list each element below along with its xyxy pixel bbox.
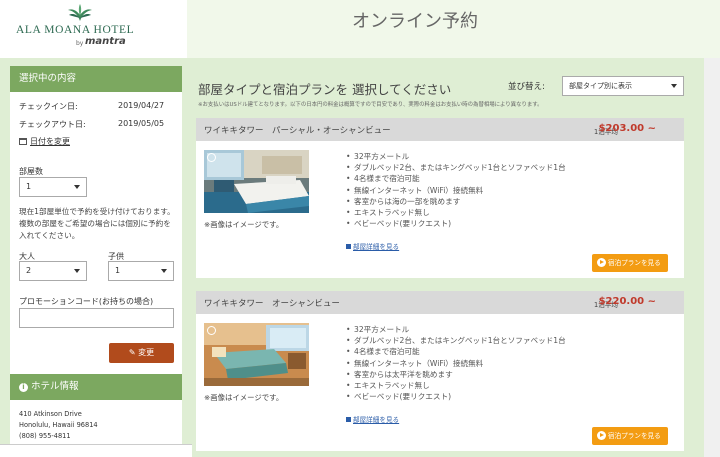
- checkin-value: 2019/04/27: [118, 101, 165, 110]
- view-plans-label: 宿泊プランを見る: [608, 259, 661, 267]
- room-name: ワイキキタワー オーシャンビュー: [204, 299, 340, 309]
- hotel-info-heading: i ホテル情報: [10, 374, 182, 400]
- photo-caption: ※画像はイメージです。: [204, 220, 284, 229]
- room-card-header: ワイキキタワー オーシャンビュー 1泊平均 $220.00 ~: [196, 291, 684, 314]
- booking-summary-sidebar: 選択中の内容 チェックイン日: 2019/04/27 チェックアウト日: 201…: [10, 66, 182, 457]
- feature-item: エキストラベッド無し: [346, 380, 566, 391]
- adults-select-value: 2: [26, 266, 32, 275]
- room-photo-image: [204, 150, 309, 213]
- room-photo[interactable]: [204, 323, 309, 386]
- feature-item: ベビーベッド(要リクエスト): [346, 218, 566, 229]
- address-line: Honolulu, Hawaii 96814: [19, 421, 98, 429]
- room-card: ワイキキタワー オーシャンビュー 1泊平均 $220.00 ~ ※画像はイメージ…: [196, 291, 684, 451]
- change-dates-label: 日付を変更: [30, 137, 70, 146]
- feature-item: ベビーベッド(要リクエスト): [346, 391, 566, 402]
- room-card-header: ワイキキタワー パーシャル・オーシャンビュー 1泊平均 $203.00 ~: [196, 118, 684, 141]
- rooms-select[interactable]: 1: [19, 177, 87, 197]
- selection-heading: 選択中の内容: [10, 66, 182, 92]
- info-icon: i: [19, 383, 28, 392]
- promo-code-input[interactable]: [19, 308, 174, 328]
- feature-item: ダブルベッド2台、またはキングベッド1台とソファベッド1台: [346, 162, 566, 173]
- change-button-label: 変更: [138, 348, 155, 357]
- photo-caption: ※画像はイメージです。: [204, 393, 284, 402]
- feature-item: 4名様まで宿泊可能: [346, 173, 566, 184]
- room-price: $220.00 ~: [598, 296, 656, 307]
- feature-item: 無線インターネット（WiFi）接続無料: [346, 358, 566, 369]
- room-details-label: 部屋詳細を見る: [353, 416, 400, 424]
- change-button[interactable]: ✎ 変更: [109, 343, 174, 363]
- room-card: ワイキキタワー パーシャル・オーシャンビュー 1泊平均 $203.00 ~ ※画…: [196, 118, 684, 278]
- chevron-down-icon: [161, 269, 167, 273]
- room-photo[interactable]: [204, 150, 309, 213]
- link-arrow-icon: [346, 244, 351, 249]
- room-photo-image: [204, 323, 309, 386]
- checkout-label: チェックアウト日:: [19, 120, 86, 129]
- page-title: オンライン予約: [352, 11, 478, 32]
- sort-select-value: 部屋タイプ別に表示: [569, 82, 632, 90]
- room-list-title: 部屋タイプと宿泊プランを 選択してください: [198, 82, 452, 97]
- logo-by: by: [76, 40, 84, 47]
- zoom-icon: [207, 326, 216, 335]
- feature-item: エキストラベッド無し: [346, 207, 566, 218]
- sort-select[interactable]: 部屋タイプ別に表示: [562, 76, 684, 96]
- address-line: 410 Atkinson Drive: [19, 410, 82, 418]
- feature-item: 32平方メートル: [346, 151, 566, 162]
- site-header: ALA MOANA HOTEL by mantra オンライン予約: [0, 0, 720, 58]
- room-details-label: 部屋詳細を見る: [353, 243, 400, 251]
- edit-icon: ✎: [128, 348, 136, 357]
- phone-number: (808) 955-4811: [19, 432, 71, 440]
- multi-room-note: 現在1部屋単位で予約を受け付けております。複数の部屋をご希望の場合には個別に予約…: [19, 207, 175, 240]
- browser-status-bar: [0, 444, 192, 457]
- currency-disclaimer: ※お支払いはUSドル建てとなります。以下の日本円の料金は概算ですので目安であり、…: [198, 102, 543, 108]
- brand-name: mantra: [85, 36, 126, 47]
- view-plans-label: 宿泊プランを見る: [608, 432, 661, 440]
- chevron-down-icon: [74, 269, 80, 273]
- checkin-label: チェックイン日:: [19, 102, 78, 111]
- sort-label: 並び替え:: [508, 82, 545, 92]
- promo-code-label: プロモーションコード(お持ちの場合): [19, 297, 154, 306]
- rooms-select-value: 1: [26, 182, 32, 191]
- room-name: ワイキキタワー パーシャル・オーシャンビュー: [204, 126, 391, 136]
- view-plans-button[interactable]: 宿泊プランを見る: [592, 427, 668, 445]
- hotel-info-title: ホテル情報: [31, 381, 79, 392]
- calendar-icon: [19, 138, 27, 145]
- feature-item: 客室からは海の一部を眺めます: [346, 196, 566, 207]
- view-plans-button[interactable]: 宿泊プランを見る: [592, 254, 668, 272]
- checkout-value: 2019/05/05: [118, 119, 165, 128]
- feature-item: 4名様まで宿泊可能: [346, 346, 566, 357]
- chevron-down-icon: [74, 185, 80, 189]
- room-features: 32平方メートル ダブルベッド2台、またはキングベッド1台とソファベッド1台 4…: [346, 151, 566, 230]
- children-select-value: 1: [115, 266, 121, 275]
- zoom-icon: [207, 153, 216, 162]
- change-dates-link[interactable]: 日付を変更: [19, 136, 70, 147]
- chevron-down-icon: [671, 84, 677, 88]
- feature-item: 32平方メートル: [346, 324, 566, 335]
- adults-select[interactable]: 2: [19, 261, 87, 281]
- feature-item: 無線インターネット（WiFi）接続無料: [346, 185, 566, 196]
- room-features: 32平方メートル ダブルベッド2台、またはキングベッド1台とソファベッド1台 4…: [346, 324, 566, 403]
- children-select[interactable]: 1: [108, 261, 174, 281]
- room-details-link[interactable]: 部屋詳細を見る: [346, 241, 399, 251]
- room-price: $203.00 ~: [598, 123, 656, 134]
- play-arrow-icon: [597, 431, 606, 440]
- link-arrow-icon: [346, 417, 351, 422]
- rooms-label: 部屋数: [19, 167, 43, 176]
- feature-item: 客室からは太平洋を眺めます: [346, 369, 566, 380]
- feature-item: ダブルベッド2台、またはキングベッド1台とソファベッド1台: [346, 335, 566, 346]
- room-list-panel: 部屋タイプと宿泊プランを 選択してください 並び替え: 部屋タイプ別に表示 ※お…: [188, 66, 700, 457]
- play-arrow-icon: [597, 258, 606, 267]
- page-scrollbar[interactable]: [704, 58, 720, 457]
- room-details-link[interactable]: 部屋詳細を見る: [346, 414, 399, 424]
